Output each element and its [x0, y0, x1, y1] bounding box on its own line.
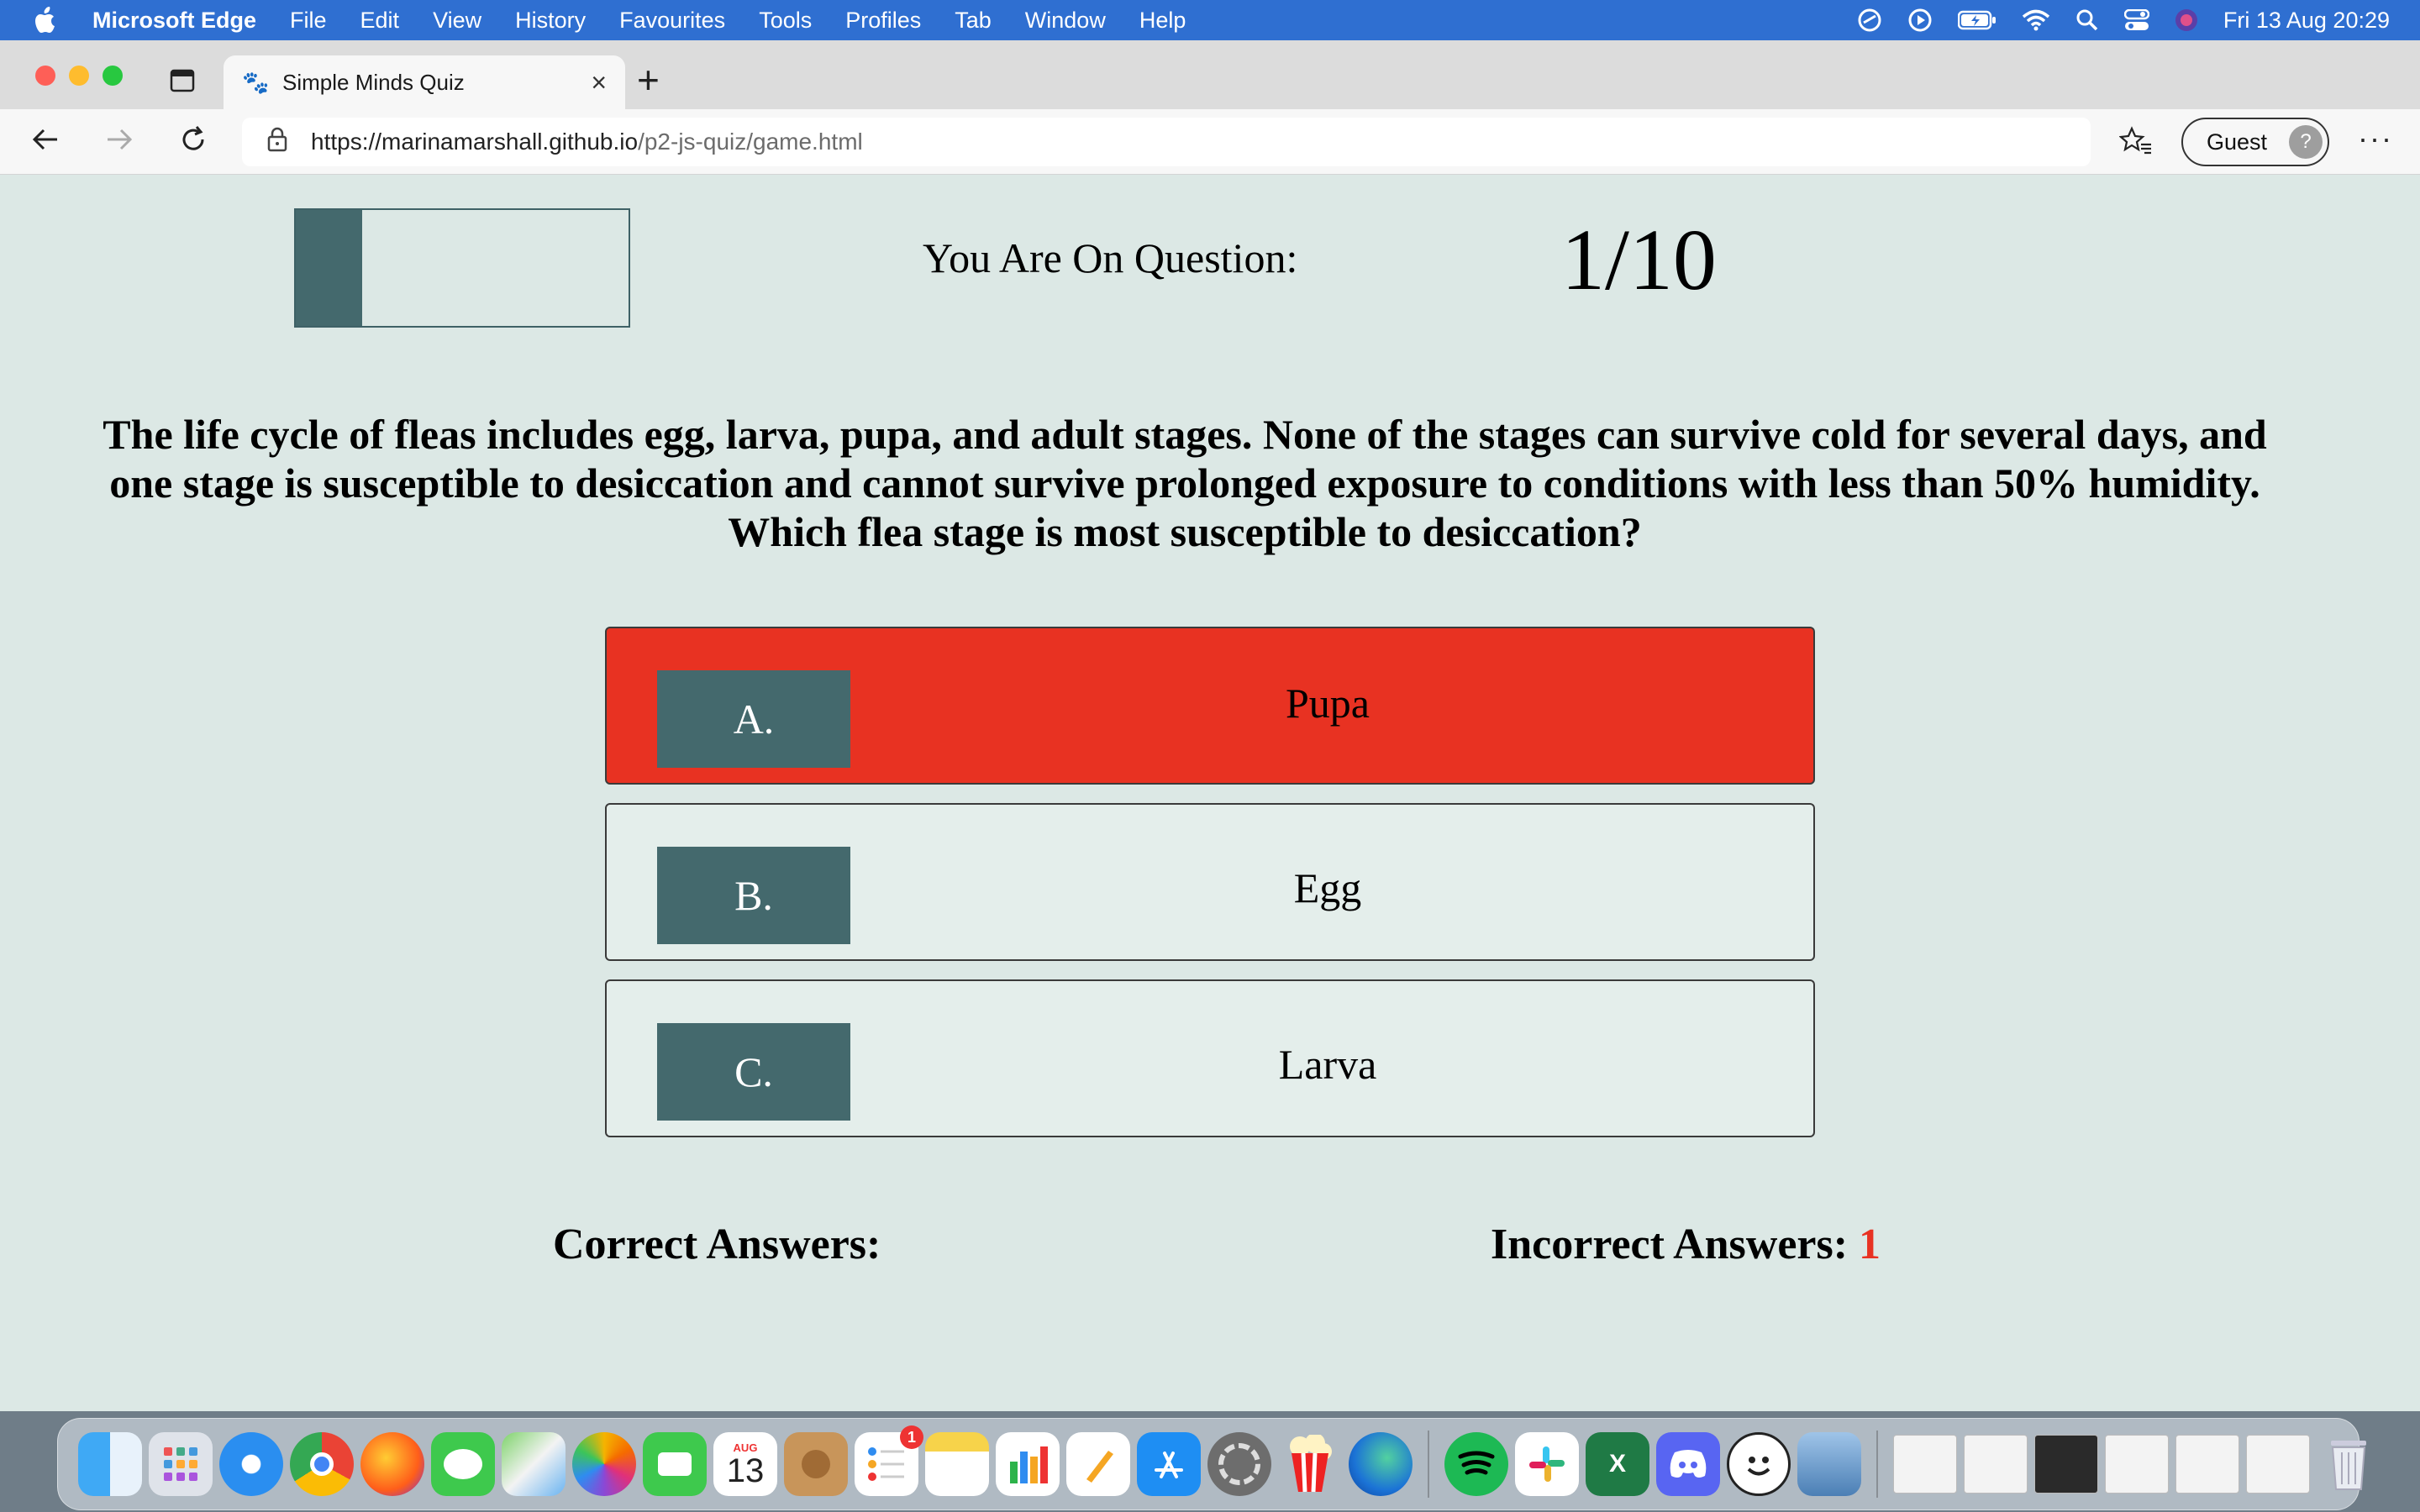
menu-app-name[interactable]: Microsoft Edge	[92, 8, 256, 34]
reminders-icon[interactable]: 1	[855, 1425, 923, 1496]
question-text: The life cycle of fleas includes egg, la…	[103, 411, 2267, 555]
progress-bar-fill	[296, 210, 363, 326]
quiz-page: You Are On Question: 1/10 The life cycle…	[0, 175, 2420, 1411]
incorrect-answers-label: Incorrect Answers:	[1491, 1221, 1849, 1268]
notes-icon[interactable]	[925, 1432, 989, 1496]
menu-help[interactable]: Help	[1139, 8, 1186, 34]
chrome-icon[interactable]	[290, 1432, 354, 1496]
firefox-icon[interactable]	[360, 1432, 424, 1496]
refresh-icon[interactable]	[178, 124, 208, 163]
answer-text-a: Pupa	[1286, 680, 1370, 727]
dock: AUG 13 1 X	[57, 1418, 2366, 1510]
smiley-app-icon[interactable]	[1727, 1432, 1791, 1496]
new-tab-icon[interactable]: +	[637, 57, 660, 102]
preview-icon[interactable]	[1797, 1432, 1861, 1496]
paw-favicon-icon: 🐾	[242, 69, 270, 95]
spotify-icon[interactable]	[1444, 1432, 1508, 1496]
guest-avatar-icon: ?	[2289, 125, 2323, 159]
menu-window[interactable]: Window	[1025, 8, 1106, 34]
correct-answers-label: Correct Answers:	[553, 1221, 881, 1268]
control-center-icon[interactable]	[2123, 9, 2149, 31]
menu-bar: Microsoft Edge File Edit View History Fa…	[0, 0, 2420, 40]
battery-icon[interactable]	[1957, 10, 1996, 30]
incorrect-answers-value: 1	[1859, 1221, 1881, 1268]
siri-icon[interactable]	[2175, 8, 2198, 32]
profile-button[interactable]: Guest ?	[2181, 118, 2329, 166]
trash-icon[interactable]	[2317, 1432, 2381, 1496]
menu-favourites[interactable]: Favourites	[619, 8, 725, 34]
launchpad-icon[interactable]	[149, 1432, 213, 1496]
url-host: https://marinamarshall.github.io	[311, 129, 639, 155]
contacts-icon[interactable]	[784, 1432, 848, 1496]
forward-arrow-icon[interactable]	[104, 124, 134, 163]
finder-icon[interactable]	[78, 1432, 142, 1496]
url-path: /p2-js-quiz/game.html	[638, 129, 863, 155]
menu-profiles[interactable]: Profiles	[845, 8, 921, 34]
edge-icon[interactable]	[1349, 1432, 1413, 1496]
spotlight-search-icon[interactable]	[2075, 8, 2099, 32]
menu-file[interactable]: File	[290, 8, 327, 34]
more-options-icon[interactable]: ···	[2358, 121, 2393, 156]
browser-toolbar: https://marinamarshall.github.io /p2-js-…	[0, 109, 2420, 175]
minimized-window-thumbnail[interactable]	[2175, 1435, 2239, 1494]
safari-icon[interactable]	[219, 1432, 283, 1496]
address-bar[interactable]: https://marinamarshall.github.io /p2-js-…	[242, 118, 2091, 166]
slack-icon[interactable]	[1515, 1432, 1579, 1496]
minimized-window-thumbnail[interactable]	[1964, 1435, 2028, 1494]
minimized-window-thumbnail[interactable]	[2105, 1435, 2169, 1494]
system-preferences-icon[interactable]	[1207, 1432, 1271, 1496]
tab-simple-minds-quiz[interactable]: 🐾 Simple Minds Quiz ×	[224, 55, 625, 109]
reminders-badge: 1	[900, 1425, 923, 1449]
maps-icon[interactable]	[502, 1432, 566, 1496]
browser-tab-bar: 🐾 Simple Minds Quiz × +	[0, 40, 2420, 109]
photos-icon[interactable]	[572, 1432, 636, 1496]
menu-history[interactable]: History	[515, 8, 586, 34]
tab-actions-icon[interactable]	[170, 69, 195, 97]
calendar-day: 13	[726, 1452, 765, 1489]
question-counter: 1/10	[1561, 212, 1717, 308]
minimized-window-thumbnail[interactable]	[1893, 1435, 1957, 1494]
window-minimize-button[interactable]	[69, 66, 89, 86]
answer-option-b[interactable]: B. Egg	[605, 803, 1815, 961]
menu-tab[interactable]: Tab	[955, 8, 992, 34]
facetime-icon[interactable]	[643, 1432, 707, 1496]
question-number-label: You Are On Question:	[923, 234, 1298, 281]
minimized-window-thumbnail[interactable]	[2246, 1435, 2310, 1494]
profile-label: Guest	[2207, 129, 2268, 155]
minimized-window-thumbnail[interactable]	[2034, 1435, 2098, 1494]
answer-text-b: Egg	[1293, 864, 1362, 911]
discord-icon[interactable]	[1656, 1432, 1720, 1496]
lock-icon[interactable]	[267, 127, 287, 158]
window-close-button[interactable]	[35, 66, 55, 86]
app-store-icon[interactable]	[1137, 1432, 1201, 1496]
window-zoom-button[interactable]	[103, 66, 123, 86]
favourites-star-icon[interactable]	[2118, 126, 2153, 160]
menu-view[interactable]: View	[433, 8, 481, 34]
answer-option-a[interactable]: A. Pupa	[605, 627, 1815, 785]
tab-title: Simple Minds Quiz	[282, 69, 465, 95]
apple-menu-icon[interactable]	[0, 7, 92, 34]
menubar-clock[interactable]: Fri 13 Aug 20:29	[2223, 8, 2390, 34]
calendar-icon[interactable]: AUG 13	[713, 1432, 777, 1496]
focus-status-icon[interactable]	[1857, 8, 1882, 33]
menu-tools[interactable]: Tools	[759, 8, 812, 34]
answer-text-c: Larva	[1278, 1041, 1377, 1088]
play-status-icon[interactable]	[1907, 8, 1933, 33]
tab-close-icon[interactable]: ×	[591, 67, 607, 98]
numbers-icon[interactable]	[996, 1432, 1060, 1496]
progress-bar	[294, 208, 630, 328]
dock-separator-2	[1876, 1431, 1878, 1498]
pages-icon[interactable]	[1066, 1432, 1130, 1496]
menu-edit[interactable]: Edit	[360, 8, 400, 34]
answer-option-c[interactable]: C. Larva	[605, 979, 1815, 1137]
incorrect-answers-score: Incorrect Answers: 1	[1491, 1220, 1881, 1269]
wifi-icon[interactable]	[2022, 9, 2050, 31]
dock-separator	[1428, 1431, 1429, 1498]
excel-icon[interactable]: X	[1586, 1432, 1649, 1496]
back-arrow-icon[interactable]	[30, 124, 60, 163]
correct-answers-score: Correct Answers:	[553, 1220, 881, 1269]
popcorn-time-icon[interactable]	[1278, 1432, 1342, 1496]
messages-icon[interactable]	[431, 1432, 495, 1496]
